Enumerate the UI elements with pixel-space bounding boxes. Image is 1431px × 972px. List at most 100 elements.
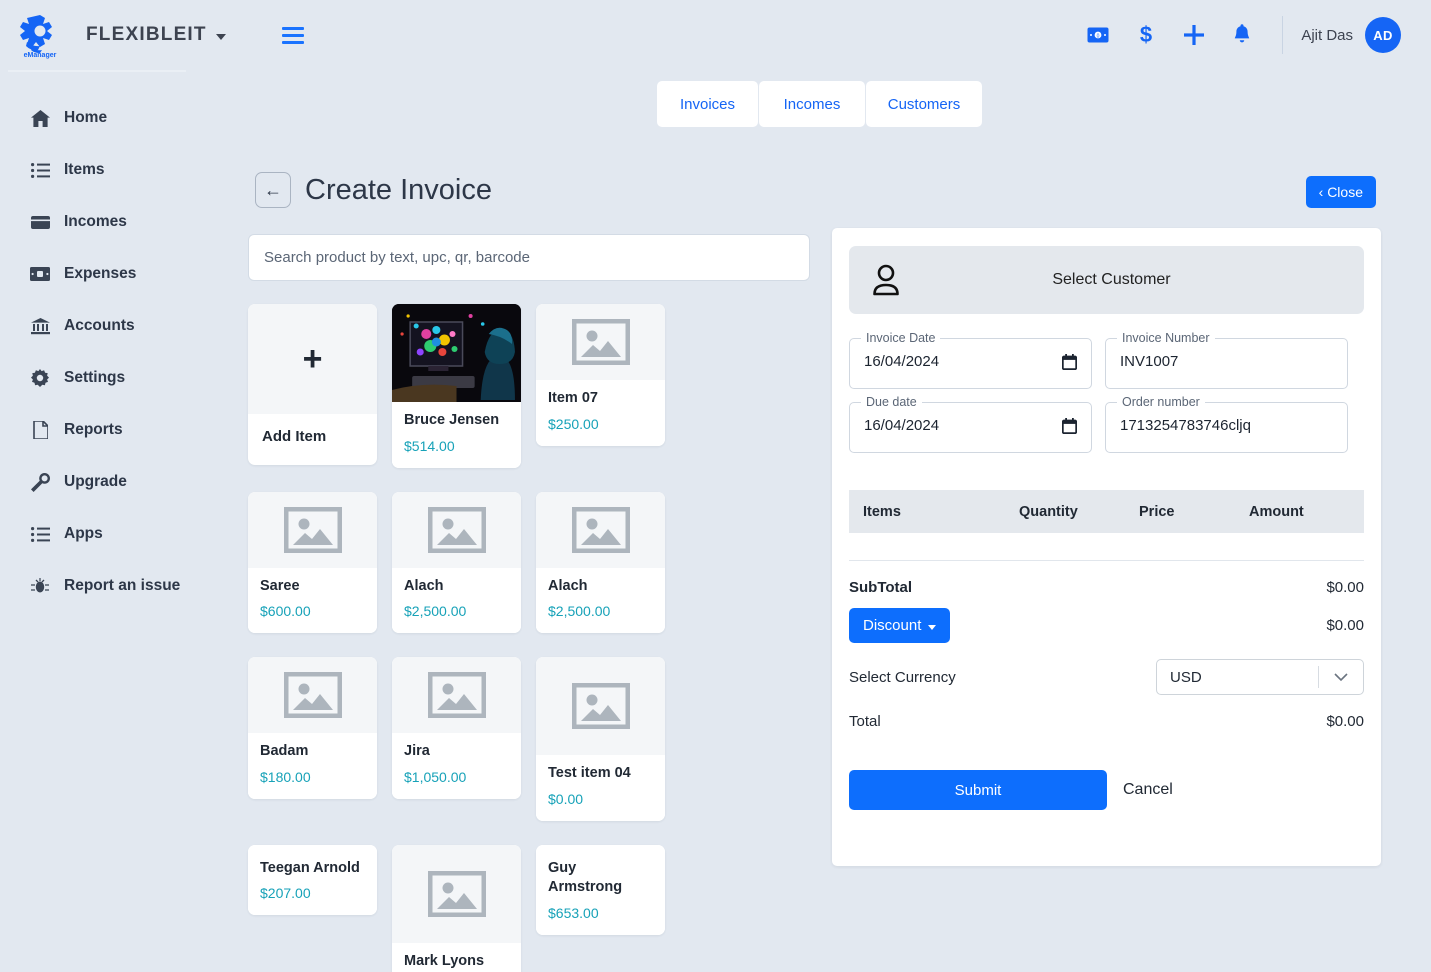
grid-cell: Badam $180.00: [248, 657, 392, 845]
list-icon: [30, 524, 50, 544]
image-placeholder-icon: [571, 319, 630, 365]
chevron-down-icon: [928, 624, 937, 630]
close-button[interactable]: ‹ Close: [1305, 176, 1376, 208]
product-search[interactable]: [248, 234, 810, 281]
product-info: Bruce Jensen $514.00: [392, 402, 521, 468]
product-image-placeholder: [536, 491, 665, 568]
product-card[interactable]: Teegan Arnold $207.00: [248, 844, 377, 916]
currency-value: USD: [1170, 668, 1202, 686]
invoice-actions: Submit Cancel: [832, 770, 1381, 810]
field-label: Invoice Number: [1117, 331, 1215, 345]
artwork-image: [392, 304, 521, 402]
page-header: ← Create Invoice: [255, 172, 492, 208]
dollar-sign-icon[interactable]: $: [1131, 20, 1161, 50]
grid-cell: + Add Item: [248, 304, 392, 492]
column-header-quantity: Quantity: [1019, 503, 1078, 520]
product-card[interactable]: Mark Lyons $692.00: [392, 844, 521, 972]
product-card[interactable]: Saree $600.00: [248, 491, 377, 634]
product-card[interactable]: Alach $2,500.00: [392, 491, 521, 634]
image-placeholder-icon: [427, 870, 486, 917]
discount-dropdown-button[interactable]: Discount: [849, 608, 951, 643]
sidebar-item-settings[interactable]: Settings: [0, 352, 205, 404]
image-placeholder-icon: [571, 506, 630, 553]
submit-button[interactable]: Submit: [849, 770, 1107, 810]
page-title: Create Invoice: [305, 173, 492, 206]
plus-icon[interactable]: [1179, 20, 1209, 50]
sidebar-item-home[interactable]: Home: [0, 92, 205, 144]
product-image-placeholder: [536, 657, 665, 756]
sidebar-item-label: Report an issue: [64, 577, 181, 594]
sidebar-item-incomes[interactable]: Incomes: [0, 196, 205, 248]
hamburger-menu-icon[interactable]: [281, 26, 304, 44]
svg-text:$: $: [1140, 23, 1152, 47]
add-item-card[interactable]: + Add Item: [248, 304, 377, 465]
currency-select[interactable]: USD: [1156, 659, 1364, 695]
invoice-date-field[interactable]: Invoice Date 16/04/2024: [849, 331, 1092, 389]
total-row: Total $0.00: [849, 713, 1364, 730]
column-header-items: Items: [863, 503, 901, 520]
sidebar-item-apps[interactable]: Apps: [0, 508, 205, 560]
list-icon: [30, 160, 50, 180]
app-logo[interactable]: eManager: [8, 11, 72, 59]
product-info: Jira $1,050.00: [392, 733, 521, 799]
product-info: Guy Armstrong $653.00: [536, 844, 665, 935]
product-name: Alach: [404, 577, 444, 594]
select-customer-button[interactable]: Select Customer: [849, 246, 1364, 314]
wallet-icon: [30, 212, 50, 232]
product-card[interactable]: Item 07 $250.00: [536, 304, 665, 446]
product-card[interactable]: Badam $180.00: [248, 657, 377, 799]
bell-icon[interactable]: [1227, 20, 1257, 50]
tab-label: Customers: [887, 95, 961, 113]
product-grid: + Add Item Bruce Jensen $514.00 Item 07 …: [248, 304, 816, 972]
sidebar-item-reports[interactable]: Reports: [0, 404, 205, 456]
brand-menu[interactable]: FLEXIBLEIT: [86, 24, 226, 46]
table-body-empty: [849, 533, 1364, 561]
sidebar-item-label: Reports: [64, 421, 123, 438]
avatar[interactable]: AD: [1365, 17, 1401, 53]
calendar-icon[interactable]: [1061, 418, 1078, 439]
sidebar-item-upgrade[interactable]: Upgrade: [0, 456, 205, 508]
product-card[interactable]: Bruce Jensen $514.00: [392, 304, 521, 468]
tab-incomes[interactable]: Incomes: [759, 81, 865, 127]
product-info: Saree $600.00: [248, 567, 377, 634]
due-date-field[interactable]: Due date 16/04/2024: [849, 395, 1092, 453]
product-card[interactable]: Guy Armstrong $653.00: [536, 844, 665, 935]
tab-invoices[interactable]: Invoices: [657, 81, 758, 127]
search-input[interactable]: [264, 249, 794, 266]
product-name: Item 07: [548, 390, 598, 406]
field-label: Due date: [861, 395, 922, 409]
grid-cell: Jira $1,050.00: [392, 657, 536, 845]
sidebar-item-items[interactable]: Items: [0, 144, 205, 196]
discount-label: Discount: [863, 617, 922, 634]
product-card[interactable]: Jira $1,050.00: [392, 657, 521, 799]
tab-customers[interactable]: Customers: [866, 81, 982, 127]
sidebar-item-expenses[interactable]: Expenses: [0, 248, 205, 300]
image-placeholder-icon: [427, 672, 486, 719]
currency-row: Select Currency USD: [849, 659, 1364, 695]
order-number-field[interactable]: Order number 1713254783746cljq: [1105, 395, 1348, 453]
product-name: Teegan Arnold: [260, 859, 360, 876]
money-bill-icon[interactable]: 0: [1083, 20, 1113, 50]
sidebar-item-label: Accounts: [64, 317, 135, 334]
product-price: $653.00: [548, 904, 599, 921]
discount-value: $0.00: [1326, 617, 1364, 634]
sidebar-item-label: Incomes: [64, 213, 127, 230]
invoice-number-field[interactable]: Invoice Number INV1007: [1105, 331, 1348, 389]
calendar-icon[interactable]: [1061, 354, 1078, 375]
top-bar: eManager FLEXIBLEIT 0 $ Ajit Das AD: [0, 0, 1431, 70]
product-image-placeholder: [392, 844, 521, 943]
product-info: Mark Lyons $692.00: [392, 942, 521, 972]
sidebar-item-accounts[interactable]: Accounts: [0, 300, 205, 352]
cancel-button[interactable]: Cancel: [1123, 781, 1173, 799]
back-button[interactable]: ←: [255, 172, 291, 208]
sidebar-item-report-an-issue[interactable]: Report an issue: [0, 560, 205, 612]
product-card[interactable]: Test item 04 $0.00: [536, 657, 665, 821]
product-card[interactable]: Alach $2,500.00: [536, 491, 665, 634]
person-icon: [849, 264, 923, 296]
grid-cell: Item 07 $250.00: [536, 304, 680, 492]
sidebar-divider: [8, 70, 186, 72]
select-customer-label: Select Customer: [1052, 271, 1171, 288]
image-placeholder-icon: [571, 683, 630, 730]
product-info: Alach $2,500.00: [536, 567, 665, 634]
image-placeholder-icon: [283, 506, 342, 553]
